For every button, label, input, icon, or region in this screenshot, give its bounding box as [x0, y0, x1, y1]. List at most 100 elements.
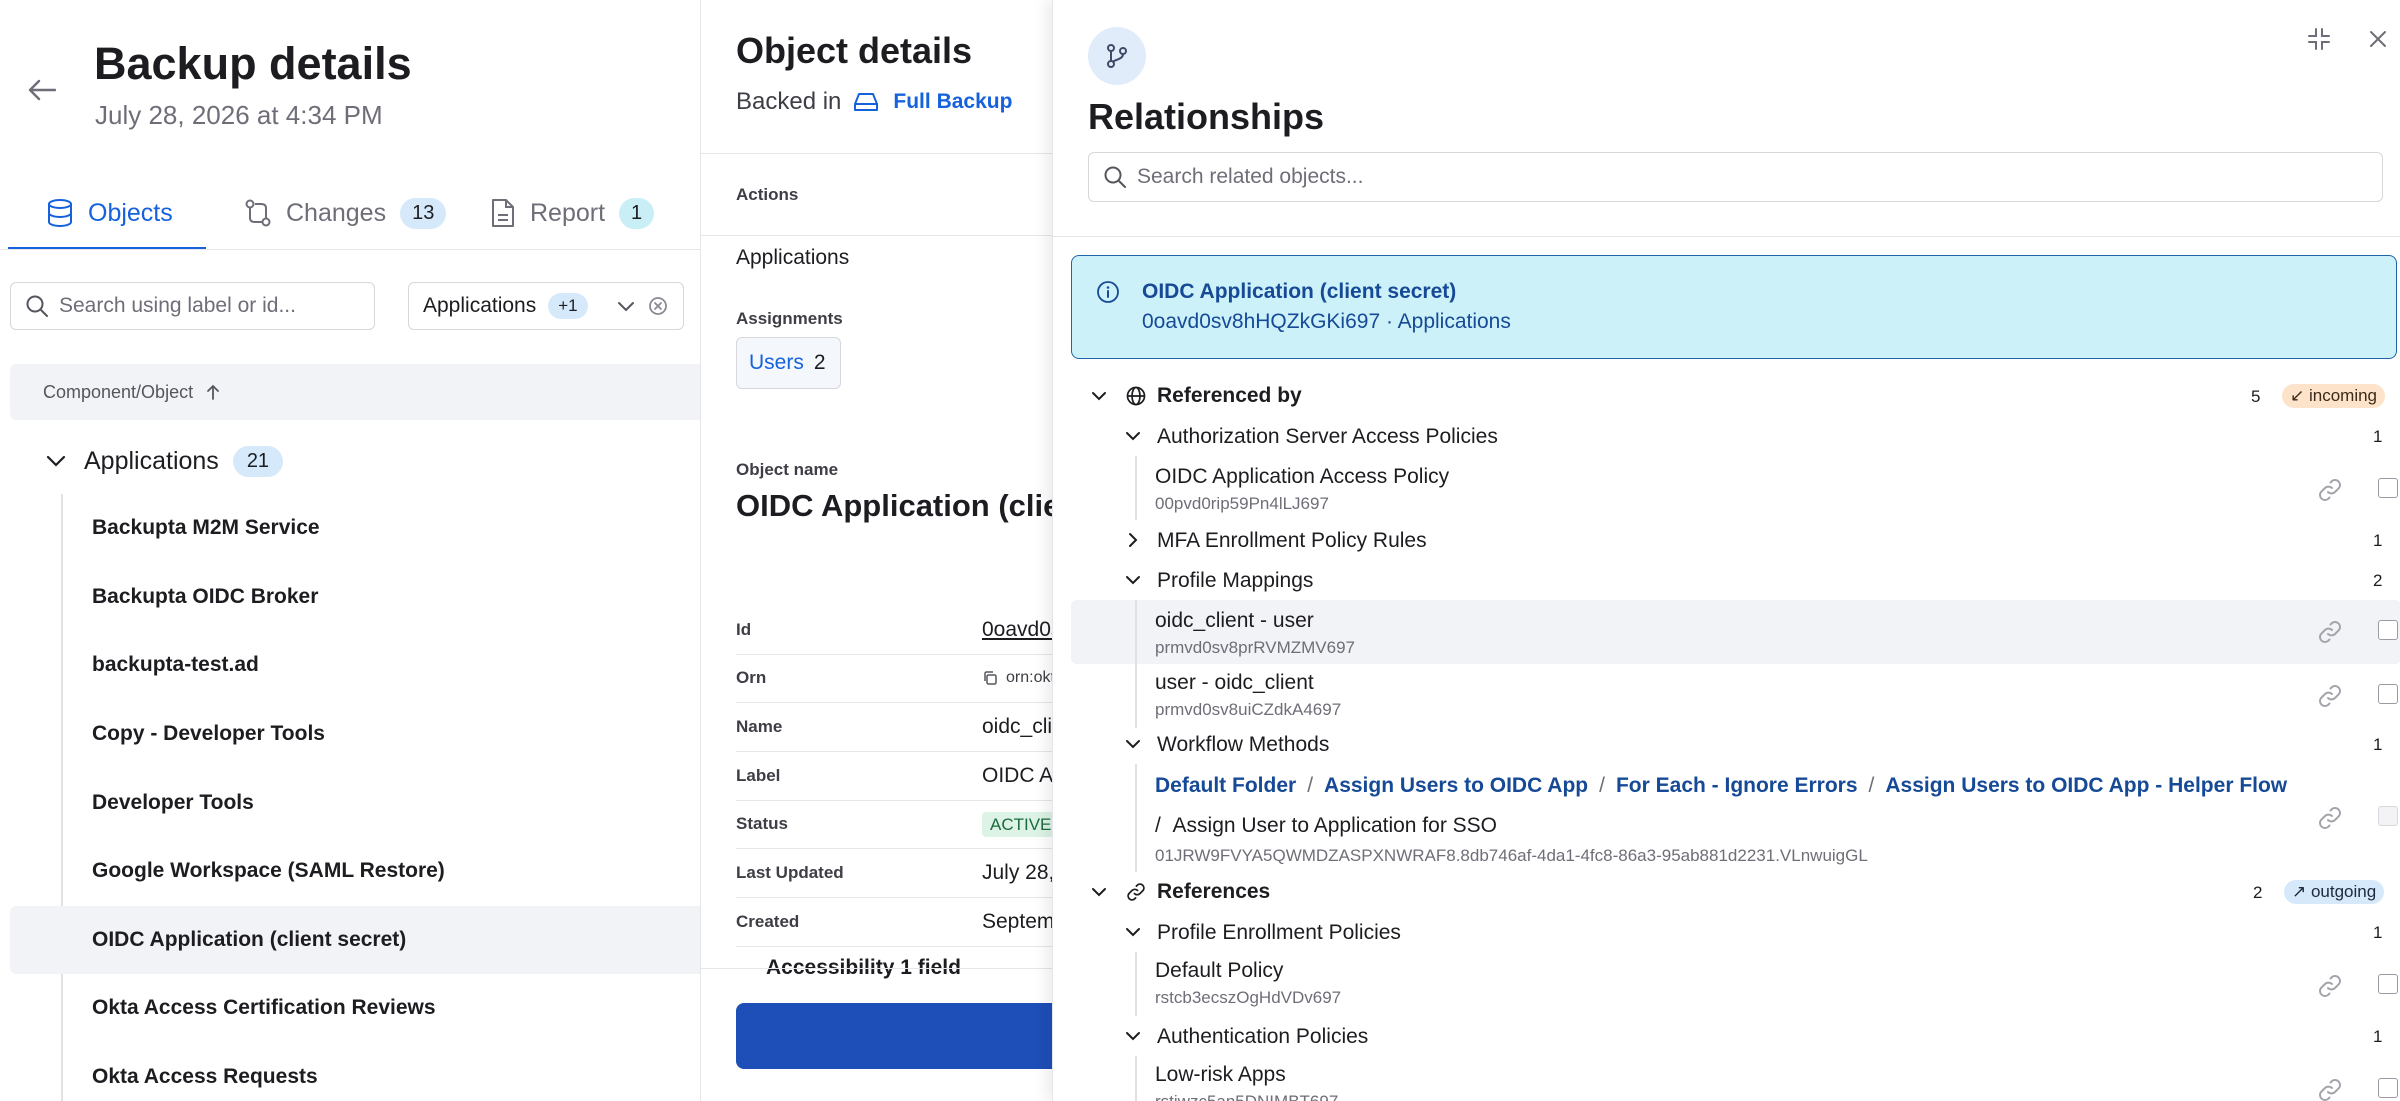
group-mfa-enrollment-rules[interactable]: MFA Enrollment Policy Rules 1 [1053, 520, 2400, 560]
search-icon [26, 295, 48, 317]
git-compare-icon [245, 199, 271, 227]
select-checkbox[interactable] [2378, 684, 2398, 704]
tabs-divider [0, 249, 700, 250]
breadcrumb-item[interactable]: Assign Users to OIDC App - Helper Flow [1885, 774, 2287, 798]
report-count-badge: 1 [619, 197, 655, 229]
link-icon[interactable] [2316, 972, 2344, 1000]
relationship-item[interactable]: OIDC Application Access Policy 00pvd0rip… [1071, 456, 2400, 520]
item-name: OIDC Application Access Policy [1155, 465, 1450, 488]
group-label: MFA Enrollment Policy Rules [1157, 529, 1427, 552]
object-details-title: Object details [736, 30, 973, 71]
tab-objects[interactable]: Objects [8, 176, 206, 250]
divider [1053, 236, 2400, 237]
primary-action-button[interactable] [736, 1003, 1052, 1069]
group-applications[interactable]: Applications 21 [44, 440, 284, 482]
group-workflow-methods[interactable]: Workflow Methods 1 [1053, 724, 2400, 764]
select-checkbox[interactable] [2378, 620, 2398, 640]
link-icon[interactable] [2316, 476, 2344, 504]
select-checkbox-disabled[interactable] [2378, 806, 2398, 826]
clear-filter-icon[interactable] [647, 295, 669, 323]
copy-icon[interactable] [982, 670, 998, 686]
relationship-item[interactable]: Low-risk Apps rstiwzc5an5DNIMBT697 [1071, 1056, 2400, 1101]
back-button[interactable] [22, 70, 62, 110]
relationship-item[interactable]: user - oidc_client prmvd0sv8uiCZdkA4697 [1071, 664, 2400, 728]
item-id: rstcb3ecszOgHdVDv697 [1155, 988, 1342, 1007]
list-item[interactable]: Okta Access Requests [10, 1043, 700, 1101]
section-references[interactable]: References 2 ↗ outgoing [1053, 872, 2400, 912]
chevron-right-icon [1129, 533, 1138, 547]
group-authentication-policies[interactable]: Authentication Policies 1 [1053, 1016, 2400, 1056]
breadcrumb-separator: / [1155, 814, 1161, 837]
page-title: Backup details [94, 38, 412, 89]
group-auth-server-policies[interactable]: Authorization Server Access Policies 1 [1053, 416, 2400, 456]
group-label: Profile Mappings [1157, 569, 1314, 592]
status-badge: ACTIVE [982, 811, 1052, 837]
related-search-input[interactable] [1137, 165, 2137, 189]
incoming-badge: ↙ incoming [2282, 384, 2386, 408]
arrow-left-icon [28, 79, 56, 101]
link-icon[interactable] [2316, 682, 2344, 710]
tab-changes-label: Changes [286, 198, 387, 227]
section-referenced-by[interactable]: Referenced by 5 ↙ incoming [1053, 376, 2400, 416]
type-filter-select[interactable]: Applications +1 [408, 282, 684, 330]
section-count: 2 [2253, 883, 2263, 902]
list-item-selected[interactable]: OIDC Application (client secret) [10, 905, 700, 975]
relationship-item[interactable]: Default Policy rstcb3ecszOgHdVDv697 [1071, 952, 2400, 1016]
list-item[interactable]: Backupta OIDC Broker [10, 563, 700, 632]
tab-report[interactable]: Report 1 [490, 176, 655, 250]
select-checkbox[interactable] [2378, 1078, 2398, 1098]
hard-drive-icon [854, 93, 879, 111]
select-checkbox[interactable] [2378, 478, 2398, 498]
list-item[interactable]: Developer Tools [10, 768, 700, 837]
property-value: oidc_client [982, 714, 1052, 738]
link-icon[interactable] [2316, 1076, 2344, 1101]
property-row-created: Created September [736, 898, 1052, 947]
group-profile-mappings[interactable]: Profile Mappings 2 [1053, 560, 2400, 600]
divider [701, 968, 1052, 969]
tab-changes[interactable]: Changes 13 [206, 176, 490, 250]
object-search-input[interactable] [59, 294, 359, 318]
tree-guide-line [1135, 1056, 1137, 1101]
minimize-icon[interactable] [2306, 26, 2332, 52]
group-profile-enrollment-policies[interactable]: Profile Enrollment Policies 1 [1053, 912, 2400, 952]
breadcrumb-item[interactable]: For Each - Ignore Errors [1616, 774, 1858, 798]
relationship-item[interactable]: oidc_client - user prmvd0sv8prRVMZMV697 [1071, 600, 2400, 664]
tree-guide-line [1135, 664, 1137, 728]
relationships-panel: Relationships OIDC Application (client s… [1052, 0, 2400, 1101]
link-icon[interactable] [2316, 804, 2344, 832]
globe-icon [1126, 386, 1146, 406]
breadcrumb-item[interactable]: Default Folder [1155, 774, 1296, 798]
object-details-panel: Object details Backed in Full Backup Act… [700, 0, 1052, 1101]
list-item[interactable]: Backupta M2M Service [10, 494, 700, 563]
breadcrumb-item[interactable]: Assign Users to OIDC App [1324, 774, 1588, 798]
list-item[interactable]: Copy - Developer Tools [10, 700, 700, 769]
select-checkbox[interactable] [2378, 974, 2398, 994]
full-backup-link[interactable]: Full Backup [893, 90, 1012, 114]
link-icon[interactable] [2316, 618, 2344, 646]
tab-report-label: Report [530, 198, 606, 227]
orn-text: orn:okta:application [1006, 668, 1052, 686]
chevron-down-icon [1092, 888, 1106, 897]
group-label: Authentication Policies [1157, 1025, 1369, 1048]
object-search[interactable] [10, 282, 375, 330]
backed-in-row: Backed in Full Backup [736, 88, 1012, 116]
chevron-down-icon[interactable] [615, 295, 637, 323]
column-header-component[interactable]: Component/Object [10, 364, 700, 420]
id-value-link[interactable]: 0oavd0sv8hHQZkGKi697 [982, 618, 1052, 642]
list-item[interactable]: Okta Access Certification Reviews [10, 974, 700, 1043]
item-name: Default Policy [1155, 959, 1284, 982]
section-label: Referenced by [1157, 384, 1302, 407]
list-item[interactable]: Google Workspace (SAML Restore) [10, 837, 700, 906]
current-object-info: OIDC Application (client secret) 0oavd0s… [1071, 255, 2397, 359]
relationship-item-workflow[interactable]: Default Folder / Assign Users to OIDC Ap… [1071, 764, 2400, 872]
list-item[interactable]: backupta-test.ad [10, 631, 700, 700]
close-icon[interactable] [2366, 27, 2390, 51]
item-id: prmvd0sv8prRVMZMV697 [1155, 638, 1355, 657]
divider [701, 235, 1052, 236]
tree-guide-line [1135, 456, 1137, 520]
users-assignment-chip[interactable]: Users 2 [736, 337, 841, 389]
group-count: 1 [2373, 531, 2383, 550]
related-search[interactable] [1088, 152, 2383, 202]
group-count: 1 [2373, 923, 2383, 942]
property-key: Orn [736, 667, 767, 687]
